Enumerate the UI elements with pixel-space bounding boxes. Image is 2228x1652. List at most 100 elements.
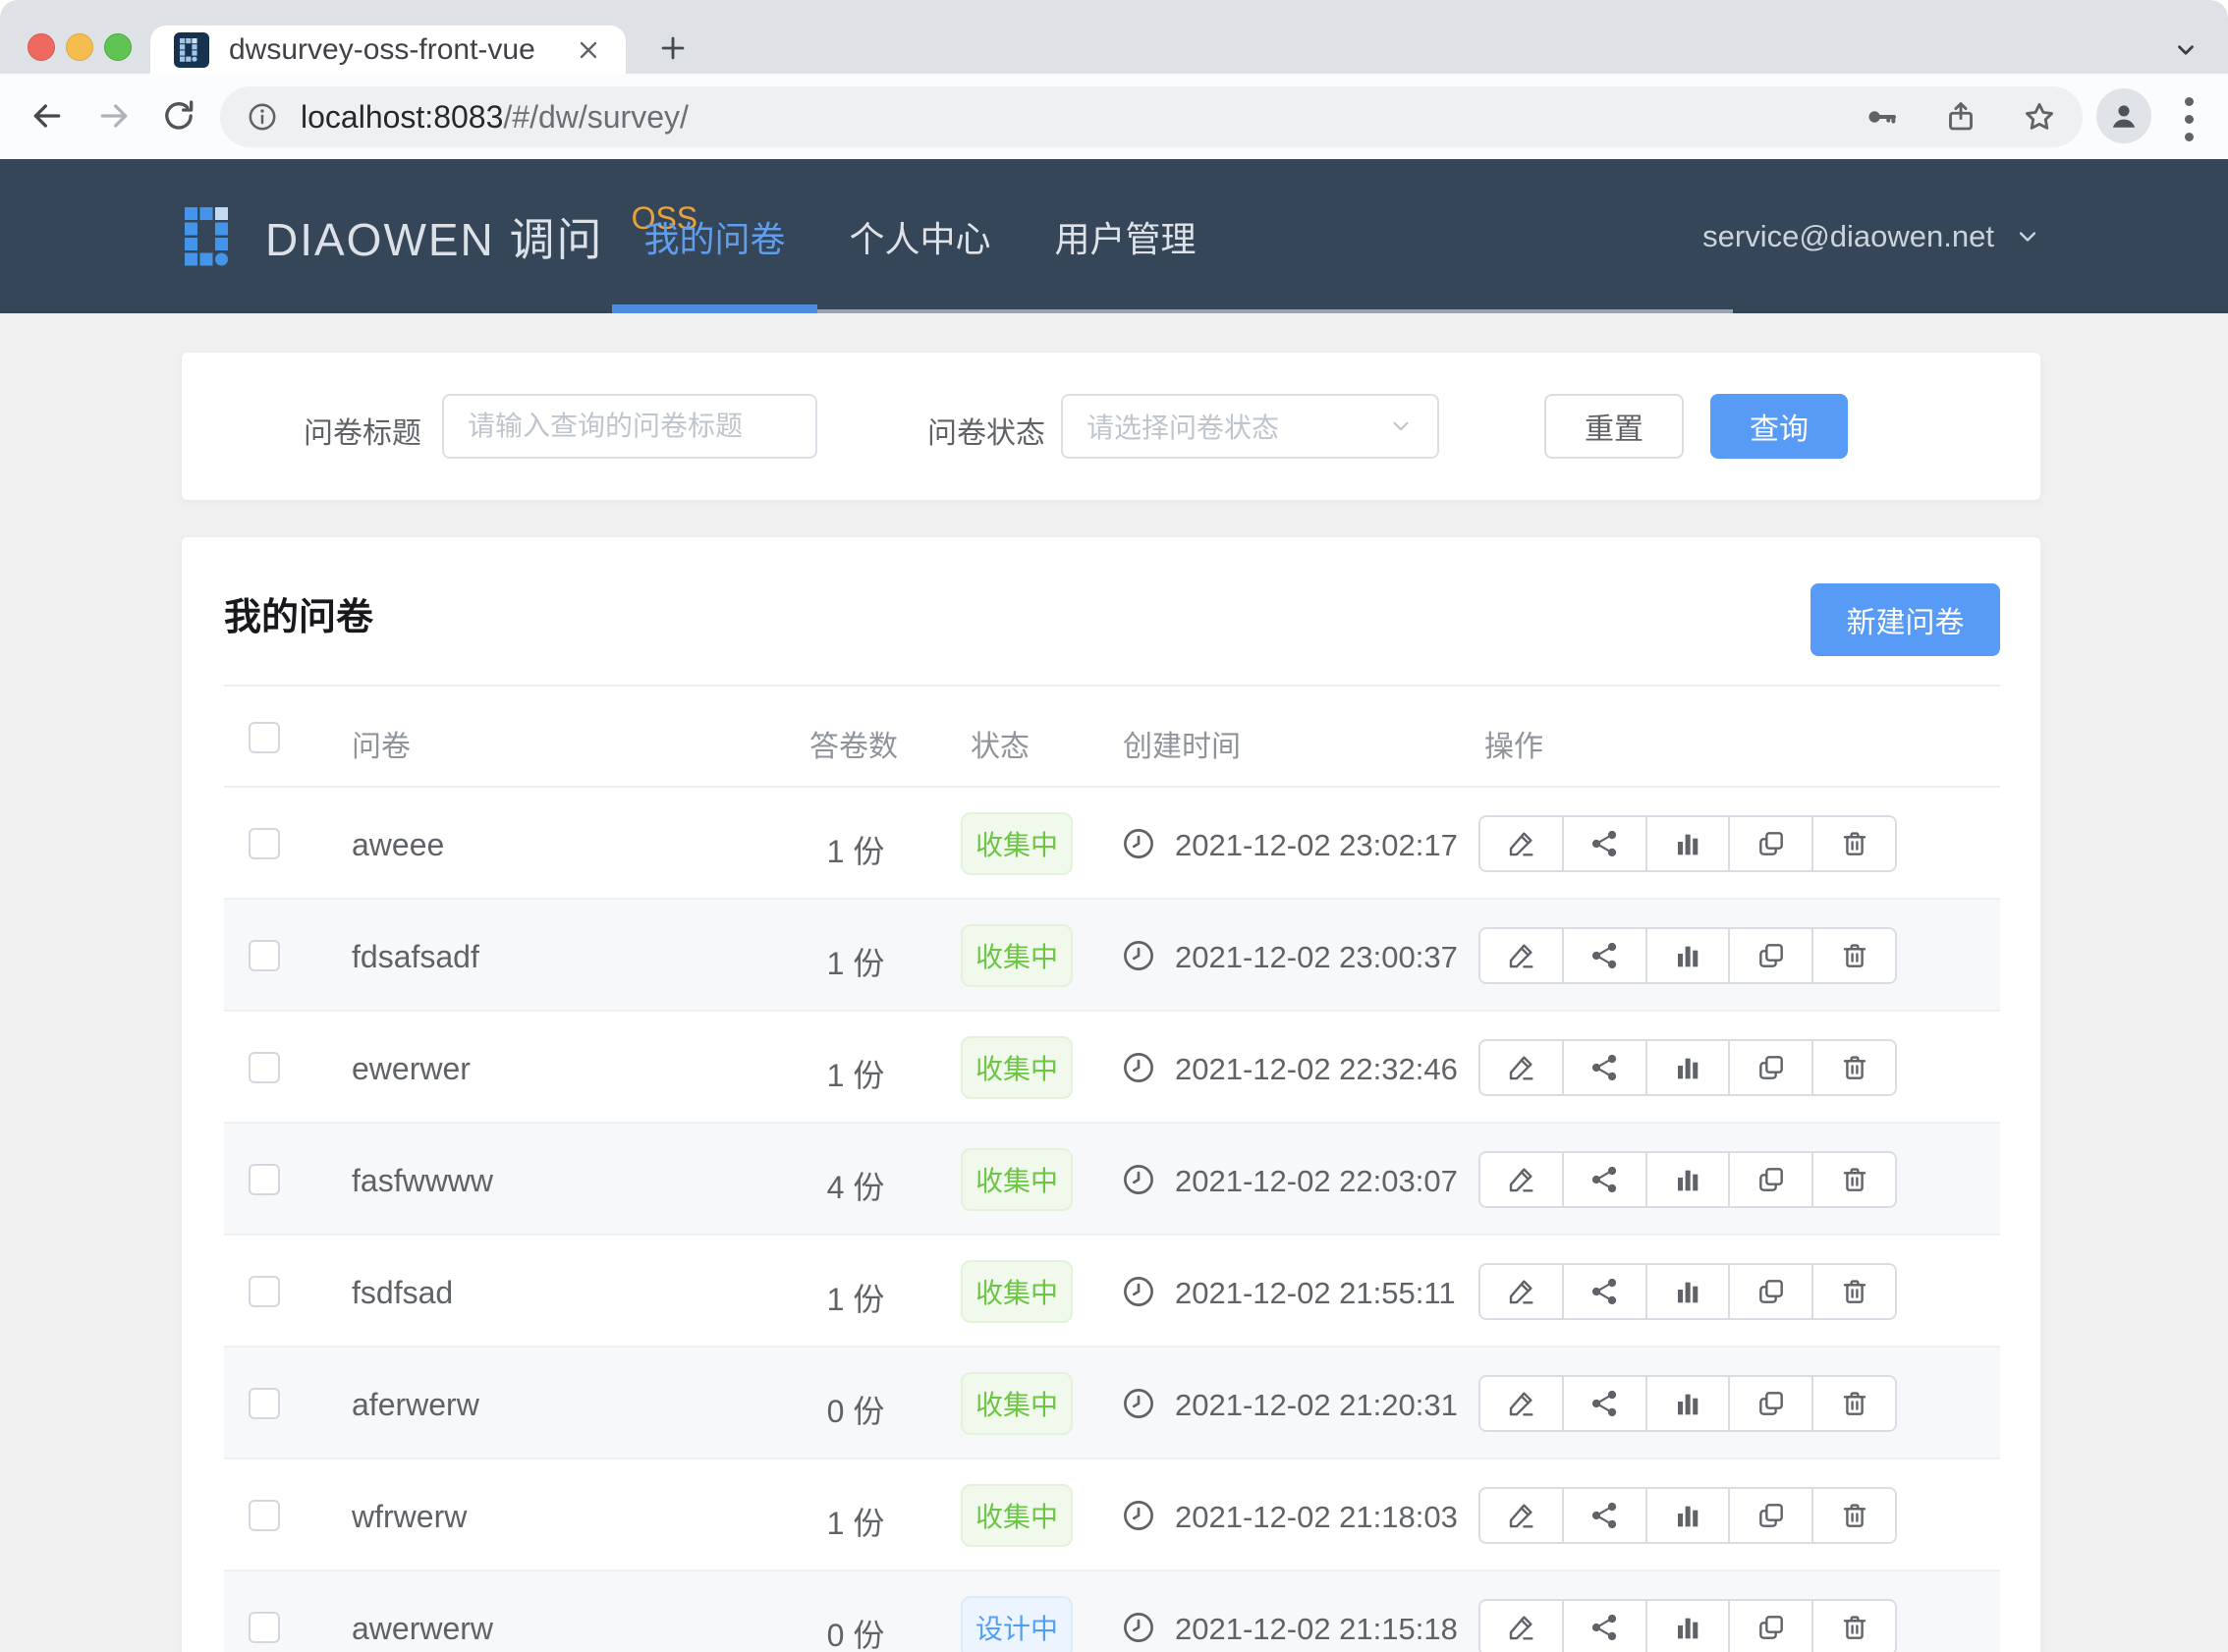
edit-icon xyxy=(1505,1500,1536,1531)
survey-name: ewerwer xyxy=(352,1051,471,1087)
copy-action-button[interactable] xyxy=(1730,1377,1813,1430)
stats-action-button[interactable] xyxy=(1647,817,1731,870)
stats-icon xyxy=(1672,1388,1703,1419)
row-actions xyxy=(1478,1151,1897,1208)
survey-name: awerwerw xyxy=(352,1611,493,1647)
delete-action-button[interactable] xyxy=(1813,1041,1895,1094)
status-select-placeholder: 请选择问卷状态 xyxy=(1086,407,1388,446)
profile-icon[interactable] xyxy=(2096,88,2151,143)
edit-action-button[interactable] xyxy=(1480,1041,1564,1094)
edit-action-button[interactable] xyxy=(1480,817,1564,870)
create-survey-button[interactable]: 新建问卷 xyxy=(1810,583,2000,656)
copy-action-button[interactable] xyxy=(1730,1265,1813,1318)
copy-icon xyxy=(1755,828,1787,859)
stats-action-button[interactable] xyxy=(1647,1377,1731,1430)
address-bar[interactable]: localhost:8083/#/dw/survey/ xyxy=(220,86,2083,147)
row-checkbox[interactable] xyxy=(249,828,280,859)
forward-icon[interactable] xyxy=(94,96,134,136)
share-action-button[interactable] xyxy=(1564,817,1647,870)
share-action-button[interactable] xyxy=(1564,1377,1647,1430)
row-checkbox[interactable] xyxy=(249,940,280,971)
stats-icon xyxy=(1672,1052,1703,1083)
stats-action-button[interactable] xyxy=(1647,1489,1731,1542)
stats-action-button[interactable] xyxy=(1647,1601,1731,1652)
delete-action-button[interactable] xyxy=(1813,1489,1895,1542)
edit-action-button[interactable] xyxy=(1480,1377,1564,1430)
reset-button[interactable]: 重置 xyxy=(1544,394,1684,459)
browser-tab[interactable]: dwsurvey-oss-front-vue xyxy=(150,26,626,74)
share-action-button[interactable] xyxy=(1564,1265,1647,1318)
copy-action-button[interactable] xyxy=(1730,817,1813,870)
copy-action-button[interactable] xyxy=(1730,1489,1813,1542)
share-action-button[interactable] xyxy=(1564,1601,1647,1652)
copy-icon xyxy=(1755,1164,1787,1195)
stats-action-button[interactable] xyxy=(1647,1265,1731,1318)
header-survey: 问卷 xyxy=(352,722,411,765)
row-checkbox[interactable] xyxy=(249,1612,280,1643)
row-checkbox[interactable] xyxy=(249,1052,280,1083)
edit-action-button[interactable] xyxy=(1480,929,1564,982)
created-time: 2021-12-02 23:02:17 xyxy=(1175,828,1458,863)
row-checkbox[interactable] xyxy=(249,1164,280,1195)
status-badge: 收集中 xyxy=(961,1148,1073,1211)
edit-action-button[interactable] xyxy=(1480,1153,1564,1206)
stats-icon xyxy=(1672,1612,1703,1643)
copy-action-button[interactable] xyxy=(1730,1601,1813,1652)
select-all-checkbox[interactable] xyxy=(249,722,280,753)
delete-action-button[interactable] xyxy=(1813,1153,1895,1206)
delete-icon xyxy=(1839,1388,1870,1419)
info-icon[interactable] xyxy=(246,100,279,134)
stats-icon xyxy=(1672,1500,1703,1531)
share-icon xyxy=(1588,1164,1620,1195)
created-time: 2021-12-02 21:18:03 xyxy=(1175,1500,1458,1535)
share-icon xyxy=(1588,1500,1620,1531)
row-checkbox[interactable] xyxy=(249,1388,280,1419)
key-icon[interactable] xyxy=(1865,99,1900,135)
created-time: 2021-12-02 23:00:37 xyxy=(1175,940,1458,975)
copy-action-button[interactable] xyxy=(1730,929,1813,982)
share-action-button[interactable] xyxy=(1564,929,1647,982)
nav-item-user-management[interactable]: 用户管理 xyxy=(1023,159,1228,313)
delete-action-button[interactable] xyxy=(1813,817,1895,870)
close-tab-icon[interactable] xyxy=(575,36,602,64)
menu-dots-icon[interactable] xyxy=(2185,97,2195,150)
delete-action-button[interactable] xyxy=(1813,1377,1895,1430)
copy-action-button[interactable] xyxy=(1730,1153,1813,1206)
stats-action-button[interactable] xyxy=(1647,1153,1731,1206)
account-dropdown[interactable]: service@diaowen.net xyxy=(1702,159,2041,313)
copy-action-button[interactable] xyxy=(1730,1041,1813,1094)
nav-item-my-surveys[interactable]: 我的问卷 xyxy=(612,159,817,313)
tabs-chevron-icon[interactable] xyxy=(2173,37,2199,63)
minimize-window-button[interactable] xyxy=(66,33,93,61)
row-checkbox[interactable] xyxy=(249,1500,280,1531)
zoom-window-button[interactable] xyxy=(104,33,132,61)
delete-action-button[interactable] xyxy=(1813,1265,1895,1318)
share-action-button[interactable] xyxy=(1564,1153,1647,1206)
back-icon[interactable] xyxy=(28,96,67,136)
reload-icon[interactable] xyxy=(159,96,198,136)
tab-title: dwsurvey-oss-front-vue xyxy=(229,33,575,67)
search-button[interactable]: 查询 xyxy=(1710,394,1848,459)
share-icon[interactable] xyxy=(1943,99,1978,135)
stats-action-button[interactable] xyxy=(1647,929,1731,982)
row-actions xyxy=(1478,927,1897,984)
star-icon[interactable] xyxy=(2022,99,2057,135)
survey-status-select[interactable]: 请选择问卷状态 xyxy=(1061,394,1439,459)
edit-action-button[interactable] xyxy=(1480,1601,1564,1652)
header-created: 创建时间 xyxy=(1123,722,1241,765)
clock-icon xyxy=(1120,1497,1157,1534)
survey-title-input[interactable] xyxy=(442,394,817,459)
delete-action-button[interactable] xyxy=(1813,929,1895,982)
nav-item-personal-center[interactable]: 个人中心 xyxy=(817,159,1023,313)
share-action-button[interactable] xyxy=(1564,1489,1647,1542)
created-time: 2021-12-02 21:15:18 xyxy=(1175,1612,1458,1647)
delete-action-button[interactable] xyxy=(1813,1601,1895,1652)
edit-icon xyxy=(1505,1052,1536,1083)
edit-action-button[interactable] xyxy=(1480,1489,1564,1542)
close-window-button[interactable] xyxy=(28,33,55,61)
edit-action-button[interactable] xyxy=(1480,1265,1564,1318)
new-tab-icon[interactable] xyxy=(656,31,690,65)
stats-action-button[interactable] xyxy=(1647,1041,1731,1094)
row-checkbox[interactable] xyxy=(249,1276,280,1307)
share-action-button[interactable] xyxy=(1564,1041,1647,1094)
